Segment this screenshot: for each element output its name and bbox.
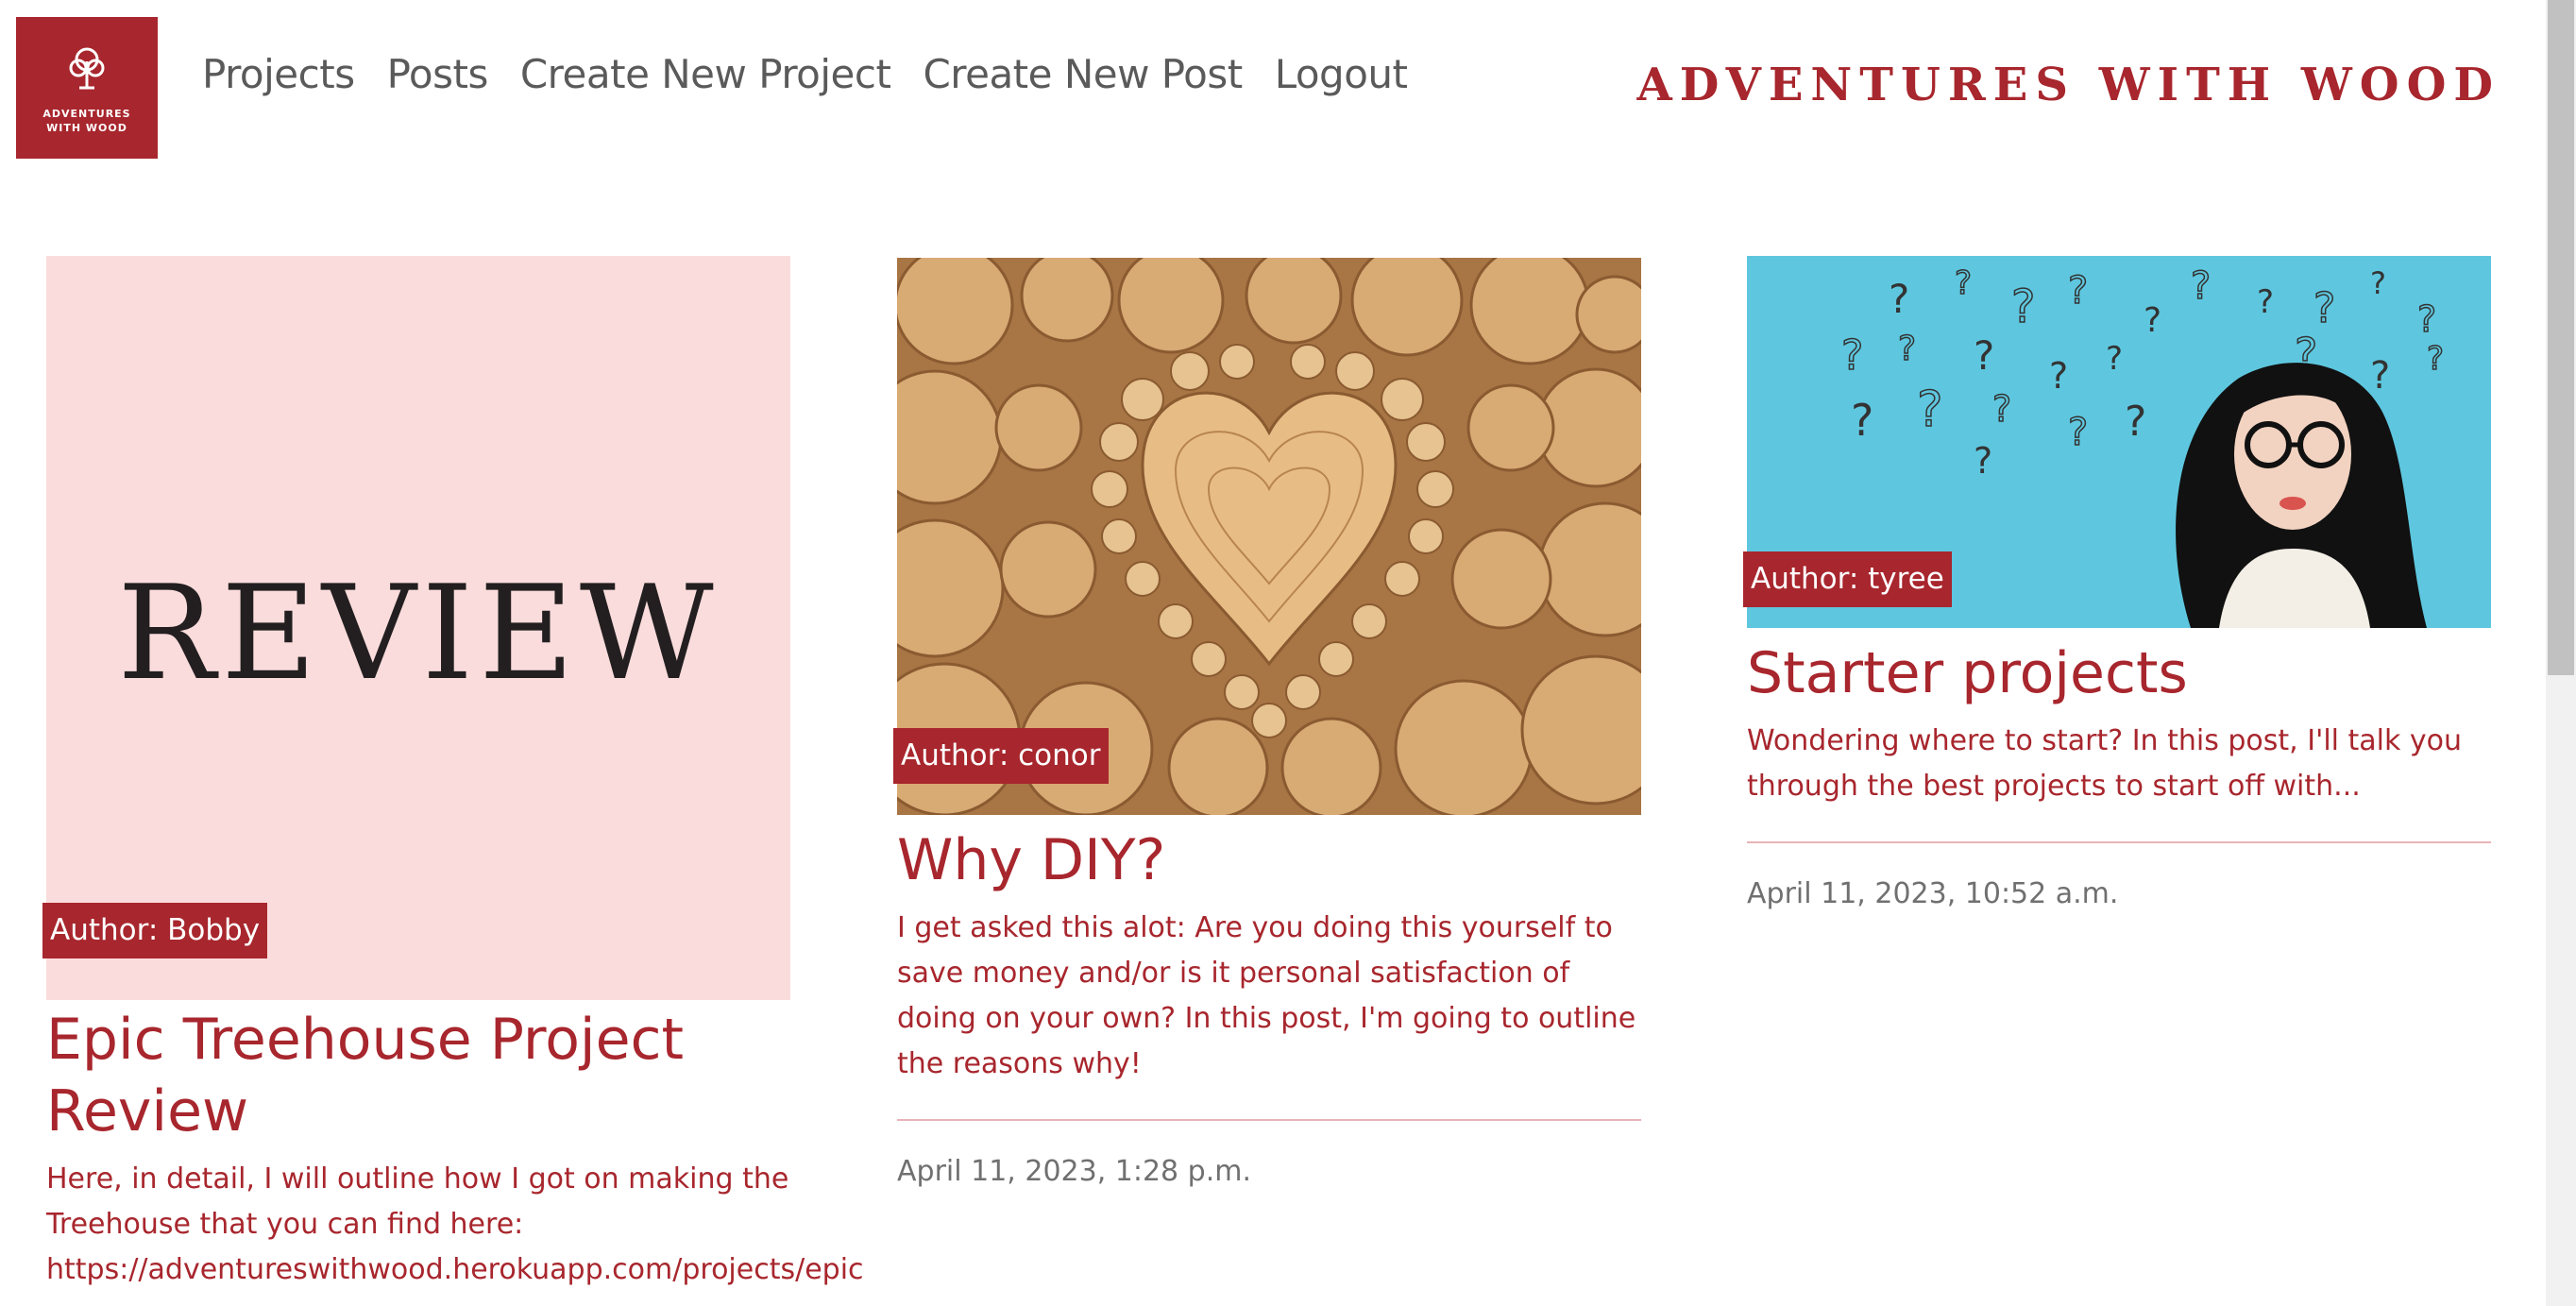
post-image[interactable]: REVIEW Author: Bobby <box>42 256 790 1000</box>
post-title[interactable]: Epic Treehouse Project Review <box>46 1004 790 1147</box>
svg-text:?: ? <box>2144 301 2161 340</box>
post-excerpt: I get asked this alot: Are you doing thi… <box>897 911 1636 1080</box>
site-logo[interactable]: ADVENTURES WITH WOOD <box>16 17 158 159</box>
excerpt-line: Treehouse that you can find here: <box>46 1208 524 1241</box>
logo-text: ADVENTURES WITH WOOD <box>42 108 131 134</box>
tree-logo-icon <box>69 47 105 90</box>
nav-posts[interactable]: Posts <box>387 55 489 94</box>
post-title[interactable]: Why DIY? <box>897 824 1641 896</box>
svg-text:?: ? <box>2106 340 2123 378</box>
svg-text:?: ? <box>1974 332 1994 379</box>
svg-text:?: ? <box>2125 398 2146 446</box>
post-card[interactable]: REVIEW Author: Bobby Epic Treehouse Proj… <box>42 256 864 1293</box>
svg-text:?: ? <box>1841 331 1863 380</box>
post-image[interactable]: ? ? ? ? ? ? ? ? ? ? ? ? ? ? ? ? ? ? ? ? … <box>1743 256 2491 632</box>
post-card[interactable]: Author: conor Why DIY? I get asked this … <box>865 244 1673 1188</box>
svg-text:?: ? <box>2068 269 2088 313</box>
nav-logout[interactable]: Logout <box>1275 55 1408 94</box>
post-excerpt: Wondering where to start? In this post, … <box>1747 724 2463 803</box>
page: ADVENTURES WITH WOOD Projects Posts Crea… <box>0 0 2576 1306</box>
svg-text:?: ? <box>2068 411 2088 454</box>
main-nav: Projects Posts Create New Project Create… <box>202 55 1440 94</box>
svg-text:?: ? <box>1974 440 1992 482</box>
svg-text:?: ? <box>2427 340 2444 378</box>
svg-text:?: ? <box>1851 395 1873 446</box>
divider <box>897 1119 1641 1121</box>
divider <box>1747 841 2491 843</box>
nav-create-new-project[interactable]: Create New Project <box>520 55 891 94</box>
site-title: ADVENTURES WITH WOOD <box>1636 59 2500 111</box>
svg-text:?: ? <box>1992 388 2011 430</box>
nav-create-new-post[interactable]: Create New Post <box>923 55 1243 94</box>
svg-text:?: ? <box>2370 354 2390 398</box>
author-badge: Author: tyree <box>1743 551 1952 607</box>
post-card[interactable]: ? ? ? ? ? ? ? ? ? ? ? ? ? ? ? ? ? ? ? ? … <box>1743 256 2491 910</box>
svg-text:?: ? <box>2417 298 2436 340</box>
post-title[interactable]: Starter projects <box>1747 637 2491 709</box>
review-image-text: REVIEW <box>117 556 720 709</box>
post-date: April 11, 2023, 10:52 a.m. <box>1747 877 2119 910</box>
review-image: REVIEW <box>46 256 790 1000</box>
nav-projects[interactable]: Projects <box>202 55 355 94</box>
page-scrollbar[interactable] <box>2546 0 2576 1306</box>
scrollbar-thumb[interactable] <box>2548 0 2574 675</box>
author-badge: Author: conor <box>893 728 1109 784</box>
svg-text:?: ? <box>1917 382 1943 438</box>
post-image[interactable]: Author: conor <box>865 244 1673 819</box>
post-date: April 11, 2023, 1:28 p.m. <box>897 1155 1252 1188</box>
author-badge: Author: Bobby <box>42 903 268 958</box>
svg-text:?: ? <box>1889 276 1909 322</box>
svg-text:?: ? <box>2191 264 2211 308</box>
post-excerpt: Here, in detail, I will outline how I go… <box>46 1157 864 1293</box>
excerpt-line: Here, in detail, I will outline how I go… <box>46 1162 789 1196</box>
svg-text:?: ? <box>2313 284 2335 332</box>
svg-text:?: ? <box>1955 264 1972 302</box>
svg-text:?: ? <box>1898 330 1916 368</box>
svg-text:?: ? <box>2257 283 2274 321</box>
svg-text:?: ? <box>2370 265 2386 301</box>
excerpt-link[interactable]: https://adventureswithwood.herokuapp.com… <box>46 1253 864 1286</box>
svg-text:?: ? <box>2011 280 2035 333</box>
svg-text:?: ? <box>2049 355 2068 397</box>
